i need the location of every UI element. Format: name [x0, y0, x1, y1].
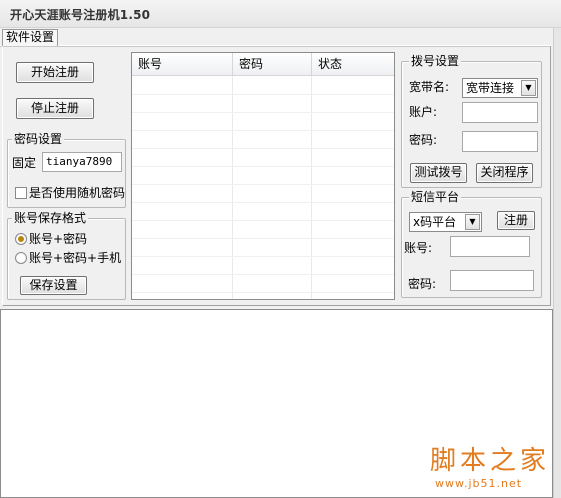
account-table[interactable]: 账号 密码 状态 [131, 52, 395, 300]
column-header-account[interactable]: 账号 [132, 53, 233, 76]
window-title: 开心天涯账号注册机1.50 [10, 8, 151, 22]
format-account-password-radio[interactable] [15, 233, 27, 245]
test-dialup-button[interactable]: 测试拨号 [410, 163, 467, 183]
tab-software-settings[interactable]: 软件设置 [2, 29, 59, 46]
dialup-password-input[interactable] [462, 131, 538, 152]
row-line [132, 202, 394, 203]
sms-platform-select[interactable]: x码平台 ▼ [409, 212, 482, 232]
broadband-name-select[interactable]: 宽带连接 ▼ [462, 78, 538, 98]
column-header-status[interactable]: 状态 [312, 53, 394, 76]
row-line [132, 292, 394, 293]
sms-password-input[interactable] [450, 270, 534, 291]
dialup-account-label: 账户: [409, 105, 438, 119]
stop-register-button[interactable]: 停止注册 [16, 98, 94, 119]
watermark-url: www.jb51.net [435, 477, 523, 490]
broadband-name-value: 宽带连接 [466, 81, 515, 95]
format-account-password-phone-label[interactable]: 账号+密码+手机 [29, 250, 121, 266]
close-program-button[interactable]: 关闭程序 [476, 163, 533, 183]
column-divider [311, 76, 312, 299]
format-account-password-phone-radio[interactable] [15, 252, 27, 264]
row-line [132, 220, 394, 221]
sms-register-button[interactable]: 注册 [497, 211, 535, 230]
sms-password-label: 密码: [408, 277, 437, 291]
chevron-down-icon[interactable]: ▼ [465, 214, 480, 230]
sms-account-label: 账号: [404, 241, 433, 255]
row-line [132, 94, 394, 95]
random-password-label[interactable]: 是否使用随机密码 [29, 185, 125, 201]
save-settings-button[interactable]: 保存设置 [20, 276, 87, 295]
row-line [132, 256, 394, 257]
row-line [132, 112, 394, 113]
window-right-edge [553, 28, 561, 498]
row-line [132, 238, 394, 239]
fixed-password-label: 固定 [12, 156, 37, 170]
random-password-checkbox[interactable] [15, 187, 27, 199]
sms-platform-legend: 短信平台 [409, 190, 462, 204]
row-line [132, 274, 394, 275]
dialup-settings-legend: 拨号设置 [409, 54, 462, 68]
sms-platform-value: x码平台 [413, 215, 457, 229]
watermark-brand: 脚本之家 [430, 446, 551, 476]
format-account-password-label[interactable]: 账号+密码 [29, 231, 87, 247]
title-bar: 开心天涯账号注册机1.50 [0, 0, 561, 28]
dialup-account-input[interactable] [462, 102, 538, 123]
fixed-password-input[interactable]: tianya7890 [42, 152, 122, 172]
sms-account-input[interactable] [450, 236, 530, 257]
save-format-legend: 账号保存格式 [12, 211, 89, 225]
chevron-down-icon[interactable]: ▼ [521, 80, 536, 96]
start-register-button[interactable]: 开始注册 [16, 62, 94, 83]
row-line [132, 166, 394, 167]
dialup-password-label: 密码: [409, 133, 438, 147]
password-settings-legend: 密码设置 [12, 132, 65, 146]
row-line [132, 148, 394, 149]
column-divider [232, 76, 233, 299]
column-header-password[interactable]: 密码 [233, 53, 312, 76]
row-line [132, 184, 394, 185]
row-line [132, 130, 394, 131]
broadband-name-label: 宽带名: [409, 80, 450, 94]
